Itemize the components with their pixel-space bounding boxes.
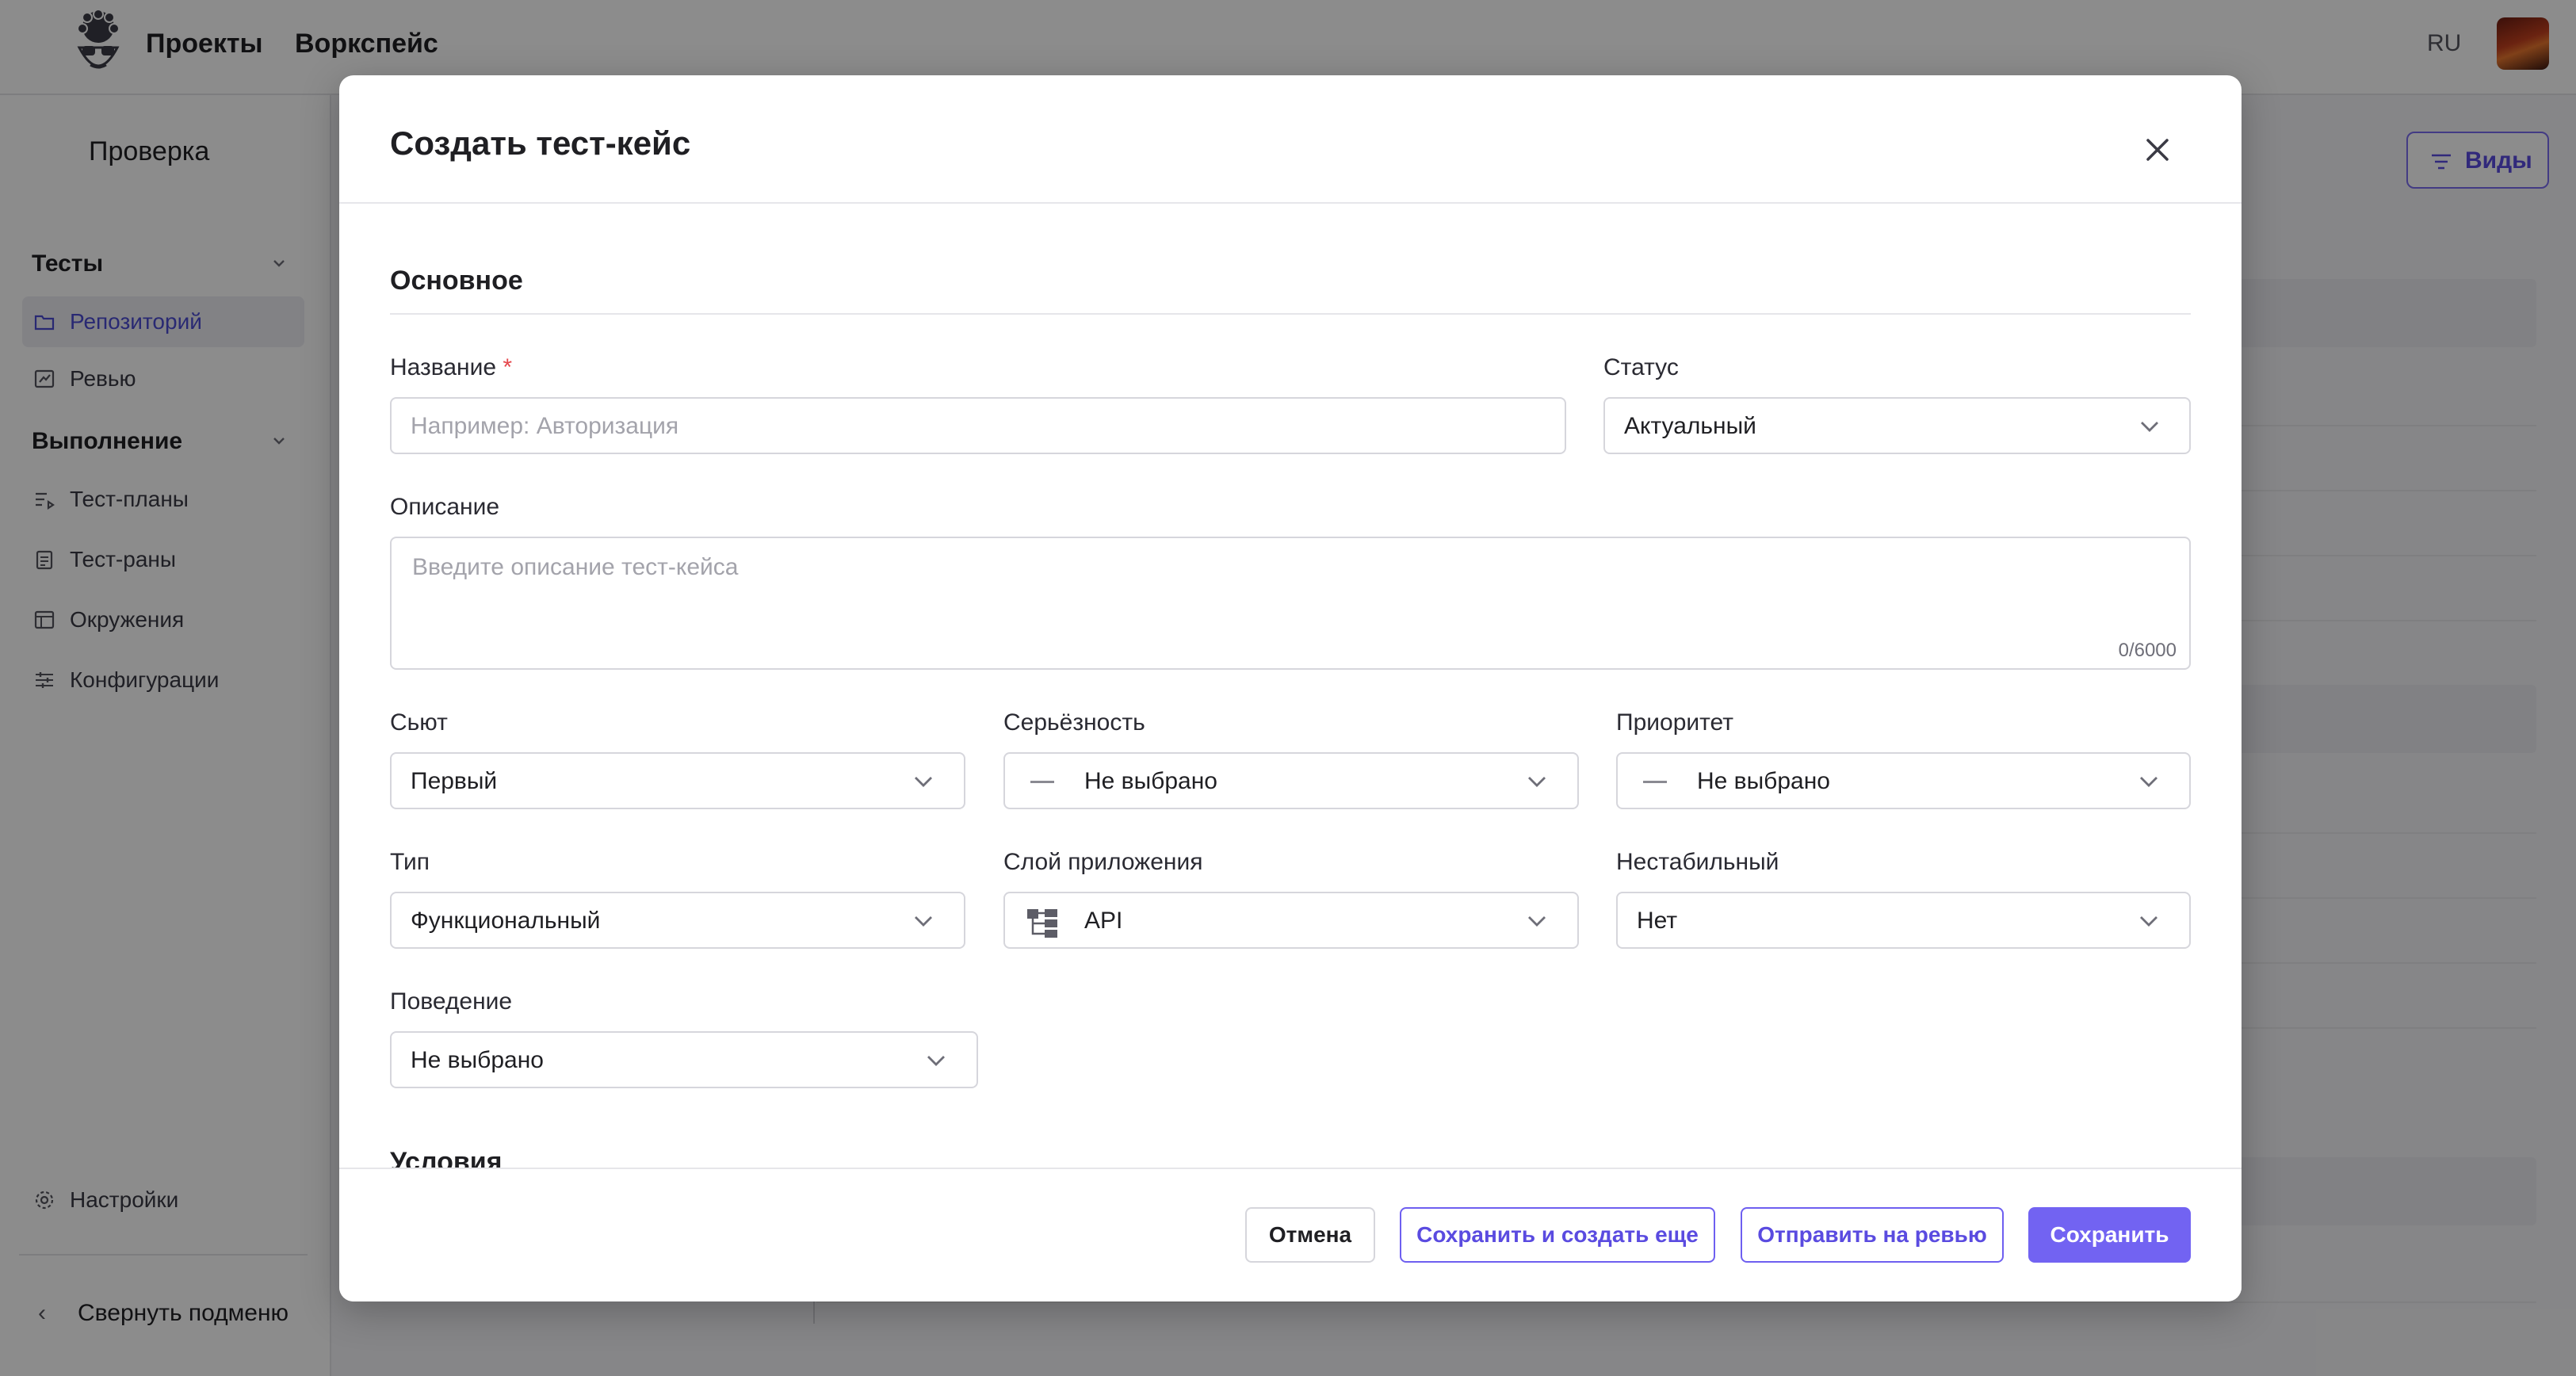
dialog-footer: Отмена Сохранить и создать еще Отправить… [339, 1168, 2242, 1301]
chevron-down-icon [2140, 777, 2157, 787]
chevron-down-icon [1528, 777, 1546, 787]
behavior-value: Не выбрано [411, 1047, 544, 1073]
severity-value: Не выбрано [1084, 768, 1217, 794]
type-label: Тип [390, 849, 430, 875]
layer-value: API [1084, 908, 1123, 934]
layer-select[interactable]: API [1003, 892, 1579, 949]
close-icon[interactable] [2138, 131, 2177, 169]
severity-label: Серьёзность [1003, 709, 1145, 736]
empty-dash-icon [1030, 781, 1054, 783]
send-to-review-button[interactable]: Отправить на ревью [1741, 1207, 2004, 1263]
flaky-select[interactable]: Нет [1616, 892, 2191, 949]
flaky-label: Нестабильный [1616, 849, 1779, 875]
priority-select[interactable]: Не выбрано [1616, 752, 2191, 809]
suite-select[interactable]: Первый [390, 752, 965, 809]
priority-label: Приоритет [1616, 709, 1733, 736]
description-textarea[interactable]: Введите описание тест-кейса 0/6000 [390, 537, 2191, 670]
flaky-value: Нет [1637, 908, 1678, 934]
chevron-down-icon [1528, 916, 1546, 927]
required-mark: * [503, 354, 513, 380]
status-value: Актуальный [1624, 413, 1756, 439]
char-counter: 0/6000 [2118, 640, 2177, 661]
hierarchy-icon [1027, 909, 1057, 938]
save-and-create-button[interactable]: Сохранить и создать еще [1400, 1207, 1715, 1263]
name-placeholder: Например: Авторизация [411, 413, 679, 439]
header-divider [339, 202, 2242, 204]
chevron-down-icon [927, 1056, 945, 1066]
chevron-down-icon [2141, 422, 2158, 432]
cancel-button[interactable]: Отмена [1245, 1207, 1375, 1263]
status-select[interactable]: Актуальный [1603, 397, 2191, 454]
behavior-select[interactable]: Не выбрано [390, 1031, 978, 1088]
suite-label: Сьют [390, 709, 448, 736]
section-title-main: Основное [390, 266, 523, 296]
priority-value: Не выбрано [1697, 768, 1830, 794]
behavior-label: Поведение [390, 988, 513, 1015]
name-label-text: Название [390, 354, 497, 380]
empty-dash-icon [1643, 781, 1667, 783]
chevron-down-icon [2140, 916, 2157, 927]
type-select[interactable]: Функциональный [390, 892, 965, 949]
create-test-case-dialog: Создать тест-кейс Основное Название * На… [339, 75, 2242, 1301]
severity-select[interactable]: Не выбрано [1003, 752, 1579, 809]
suite-value: Первый [411, 768, 498, 794]
dialog-title: Создать тест-кейс [390, 124, 691, 162]
save-button[interactable]: Сохранить [2028, 1207, 2191, 1263]
section-divider [390, 313, 2191, 315]
status-label: Статус [1603, 354, 1679, 380]
layer-label: Слой приложения [1003, 849, 1203, 875]
chevron-down-icon [915, 916, 932, 927]
description-placeholder: Введите описание тест-кейса [412, 554, 739, 580]
chevron-down-icon [915, 777, 932, 787]
description-label: Описание [390, 494, 500, 520]
type-value: Функциональный [411, 908, 601, 934]
name-input[interactable]: Например: Авторизация [390, 397, 1566, 454]
name-label: Название * [390, 354, 512, 381]
